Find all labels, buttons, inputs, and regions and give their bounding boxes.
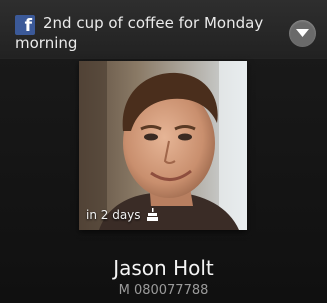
birthday-text: in 2 days — [86, 208, 141, 222]
chevron-down-icon — [296, 29, 309, 37]
status-text: 2nd cup of coffee for Monday morning — [15, 14, 264, 52]
contact-photo[interactable] — [79, 61, 247, 230]
birthday-badge: in 2 days — [86, 207, 159, 223]
expand-menu-button[interactable] — [289, 20, 316, 47]
contact-phone[interactable]: M 080077788 — [0, 283, 327, 299]
contact-name: Jason Holt — [113, 256, 214, 280]
contact-photo-image — [79, 61, 247, 230]
cake-icon — [147, 208, 159, 221]
status-header[interactable]: f 2nd cup of coffee for Monday morning — [0, 0, 327, 58]
contact-widget: f 2nd cup of coffee for Monday morning i… — [0, 0, 327, 303]
